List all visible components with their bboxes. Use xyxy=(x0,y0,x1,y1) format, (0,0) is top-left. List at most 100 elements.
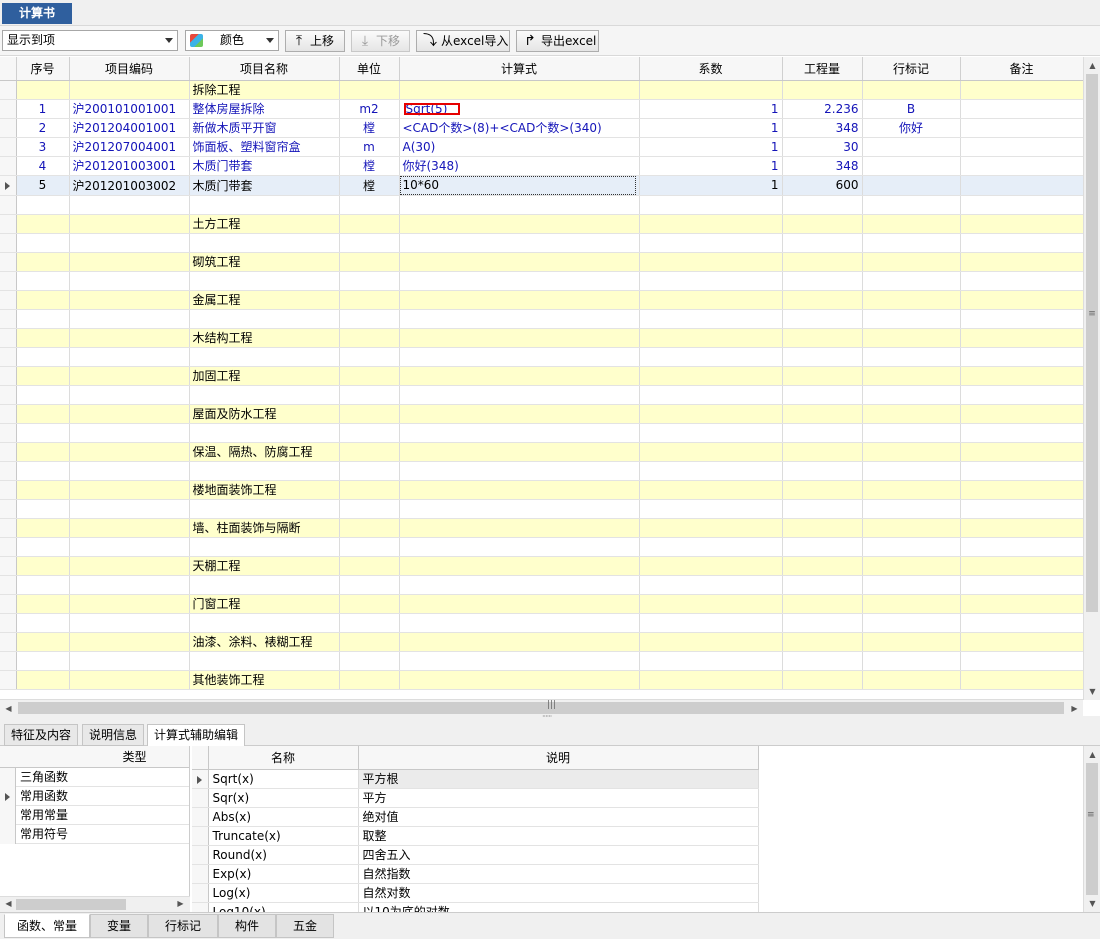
cell-seq[interactable]: 1 xyxy=(16,99,70,119)
cell-mark[interactable] xyxy=(862,252,961,272)
blank-row[interactable] xyxy=(0,423,1091,443)
cell-formula[interactable] xyxy=(399,480,640,500)
cell-code[interactable] xyxy=(69,632,190,652)
cell-code[interactable] xyxy=(69,271,190,291)
cell-formula[interactable] xyxy=(399,404,640,424)
function-name[interactable]: Sqrt(x) xyxy=(208,769,359,789)
cell-code[interactable] xyxy=(69,461,190,481)
cell-formula[interactable] xyxy=(399,252,640,272)
cell-mark[interactable]: B xyxy=(862,99,961,119)
cell-coef[interactable] xyxy=(639,309,783,329)
cell-code[interactable] xyxy=(69,385,190,405)
cell-coef[interactable] xyxy=(639,670,783,690)
row-indicator[interactable] xyxy=(0,118,17,138)
cell-unit[interactable] xyxy=(339,404,400,424)
cell-formula[interactable] xyxy=(399,195,640,215)
cell-note[interactable] xyxy=(960,613,1084,633)
cell-formula[interactable] xyxy=(399,347,640,367)
cell-mark[interactable] xyxy=(862,366,961,386)
cell-formula[interactable] xyxy=(399,556,640,576)
cell-formula[interactable] xyxy=(399,632,640,652)
row-indicator[interactable] xyxy=(0,651,17,671)
cell-coef[interactable]: 1 xyxy=(639,118,783,138)
cell-note[interactable] xyxy=(960,99,1084,119)
cell-note[interactable] xyxy=(960,632,1084,652)
cell-formula[interactable]: Sqrt(5) xyxy=(399,99,640,119)
cell-mark[interactable] xyxy=(862,271,961,291)
cell-formula[interactable] xyxy=(399,290,640,310)
cell-note[interactable] xyxy=(960,80,1084,100)
cell-unit[interactable]: 樘 xyxy=(339,156,400,176)
cell-coef[interactable] xyxy=(639,480,783,500)
cell-formula[interactable] xyxy=(399,613,640,633)
tab-description-info[interactable]: 说明信息 xyxy=(82,724,145,746)
scroll-up-icon[interactable]: ▲ xyxy=(1084,746,1100,763)
cell-unit[interactable] xyxy=(339,423,400,443)
blank-row[interactable] xyxy=(0,385,1091,405)
cell-unit[interactable] xyxy=(339,290,400,310)
category-item-symbols[interactable]: 常用符号 xyxy=(0,825,189,844)
cell-note[interactable] xyxy=(960,651,1084,671)
cell-note[interactable] xyxy=(960,175,1084,196)
function-name[interactable]: Log10(x) xyxy=(208,902,359,912)
grid-vertical-scroll-thumb[interactable] xyxy=(1086,74,1098,612)
cell-seq[interactable] xyxy=(16,271,70,291)
cell-name[interactable]: 土方工程 xyxy=(189,214,340,234)
cell-qty[interactable] xyxy=(782,290,863,310)
cell-note[interactable] xyxy=(960,252,1084,272)
blank-row[interactable] xyxy=(0,461,1091,481)
cell-unit[interactable] xyxy=(339,214,400,234)
row-indicator[interactable] xyxy=(0,156,17,176)
cell-name[interactable]: 其他装饰工程 xyxy=(189,670,340,690)
cell-mark[interactable] xyxy=(862,175,961,196)
tab-features[interactable]: 特征及内容 xyxy=(4,724,79,746)
blank-row[interactable] xyxy=(0,309,1091,329)
cell-name[interactable]: 砌筑工程 xyxy=(189,252,340,272)
section-row[interactable]: 土方工程 xyxy=(0,214,1091,234)
cell-name[interactable] xyxy=(189,195,340,215)
column-header[interactable]: 序号 xyxy=(16,57,70,81)
cell-unit[interactable] xyxy=(339,594,400,614)
row-indicator[interactable] xyxy=(0,461,17,481)
cell-formula[interactable] xyxy=(399,309,640,329)
cell-coef[interactable] xyxy=(639,80,783,100)
cell-coef[interactable] xyxy=(639,651,783,671)
cell-seq[interactable]: 4 xyxy=(16,156,70,176)
cell-note[interactable] xyxy=(960,271,1084,291)
cell-seq[interactable]: 2 xyxy=(16,118,70,138)
cell-name[interactable] xyxy=(189,233,340,253)
function-row[interactable]: Truncate(x) 取整 xyxy=(192,826,1083,846)
cell-mark[interactable] xyxy=(862,442,961,462)
row-indicator[interactable] xyxy=(0,271,17,291)
cell-code[interactable] xyxy=(69,366,190,386)
cell-note[interactable] xyxy=(960,556,1084,576)
cell-coef[interactable] xyxy=(639,518,783,538)
cell-qty[interactable] xyxy=(782,499,863,519)
cell-mark[interactable]: 你好 xyxy=(862,118,961,138)
cell-note[interactable] xyxy=(960,156,1084,176)
cell-code[interactable] xyxy=(69,442,190,462)
cell-note[interactable] xyxy=(960,195,1084,215)
blank-row[interactable] xyxy=(0,537,1091,557)
cell-mark[interactable] xyxy=(862,575,961,595)
cell-seq[interactable] xyxy=(16,309,70,329)
row-indicator[interactable] xyxy=(0,575,17,595)
cell-name[interactable] xyxy=(189,271,340,291)
cell-name[interactable] xyxy=(189,385,340,405)
cell-code[interactable] xyxy=(69,480,190,500)
move-up-button[interactable]: ⤒ 上移 xyxy=(285,30,345,52)
cell-coef[interactable] xyxy=(639,328,783,348)
scroll-up-icon[interactable]: ▲ xyxy=(1084,57,1100,74)
row-indicator[interactable] xyxy=(0,252,17,272)
cell-qty[interactable]: 348 xyxy=(782,156,863,176)
cell-unit[interactable] xyxy=(339,366,400,386)
cell-code[interactable]: 沪200101001001 xyxy=(69,99,190,119)
row-indicator[interactable] xyxy=(0,347,17,367)
cell-seq[interactable] xyxy=(16,632,70,652)
cell-code[interactable] xyxy=(69,404,190,424)
cell-seq[interactable] xyxy=(16,556,70,576)
cell-coef[interactable]: 1 xyxy=(639,175,783,196)
display-level-select[interactable]: 显示到项 xyxy=(2,30,178,51)
cell-coef[interactable] xyxy=(639,537,783,557)
cell-unit[interactable] xyxy=(339,442,400,462)
